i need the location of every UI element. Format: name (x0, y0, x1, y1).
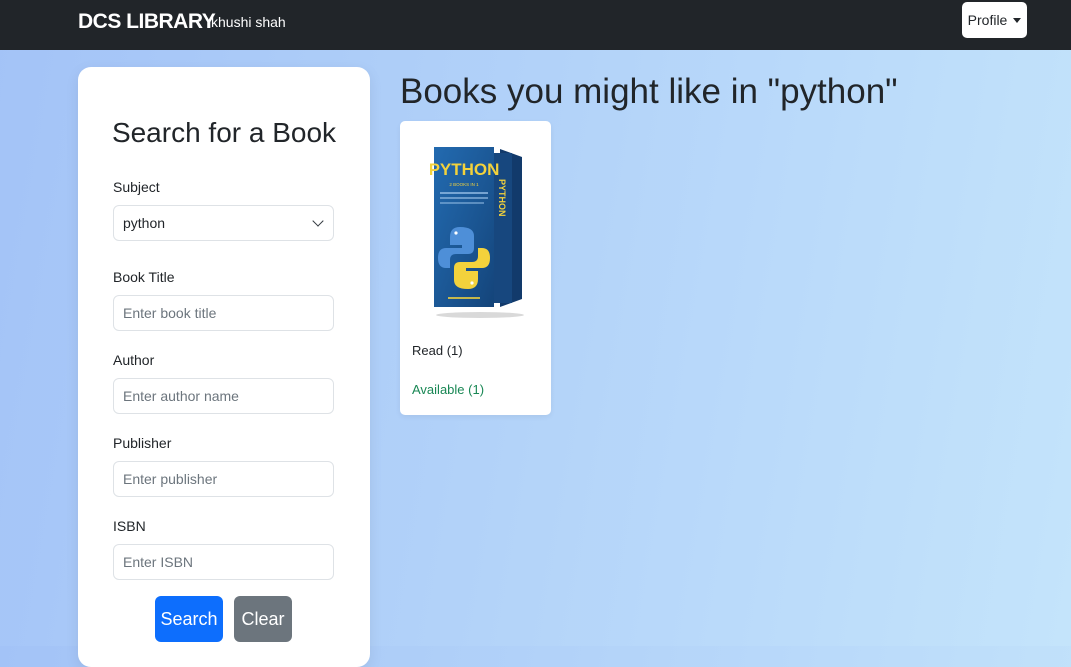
subject-value: python (123, 215, 166, 231)
top-navbar: DCS LIBRARY khushi shah Profile (0, 0, 1071, 50)
book-cover-subtitle: 2 BOOKS IN 1 (449, 182, 479, 187)
search-button[interactable]: Search (155, 596, 223, 642)
publisher-input[interactable] (113, 461, 334, 497)
author-label: Author (113, 352, 155, 368)
subject-select[interactable]: python (113, 205, 334, 241)
search-title: Search for a Book (111, 117, 337, 148)
book-title-input[interactable] (113, 295, 334, 331)
book-title-label: Book Title (113, 269, 175, 285)
clear-button[interactable]: Clear (234, 596, 292, 642)
profile-dropdown-button[interactable]: Profile (962, 2, 1027, 38)
svg-text:PYTHON: PYTHON (497, 179, 507, 217)
results-heading: Books you might like in "python" (400, 72, 898, 111)
book-cover-title: PYTHON (430, 160, 499, 179)
book-cover-image[interactable]: PYTHON PYTHON 2 BOOKS IN 1 (430, 139, 530, 324)
availability-status: Available (1) (412, 382, 485, 397)
username: khushi shah (211, 14, 286, 30)
profile-label: Profile (967, 12, 1008, 28)
subject-label: Subject (113, 179, 160, 195)
brand-logo[interactable]: DCS LIBRARY (78, 10, 216, 34)
publisher-label: Publisher (113, 435, 172, 451)
author-input[interactable] (113, 378, 334, 414)
book-card[interactable]: PYTHON PYTHON 2 BOOKS IN 1 Read (1) Avai… (400, 121, 551, 415)
caret-down-icon (1013, 17, 1022, 23)
read-count: Read (1) (412, 343, 463, 358)
isbn-input[interactable] (113, 544, 334, 580)
search-panel: Search for a Book Subject python Book Ti… (78, 67, 370, 667)
chevron-down-icon (312, 215, 324, 227)
isbn-label: ISBN (113, 518, 146, 534)
